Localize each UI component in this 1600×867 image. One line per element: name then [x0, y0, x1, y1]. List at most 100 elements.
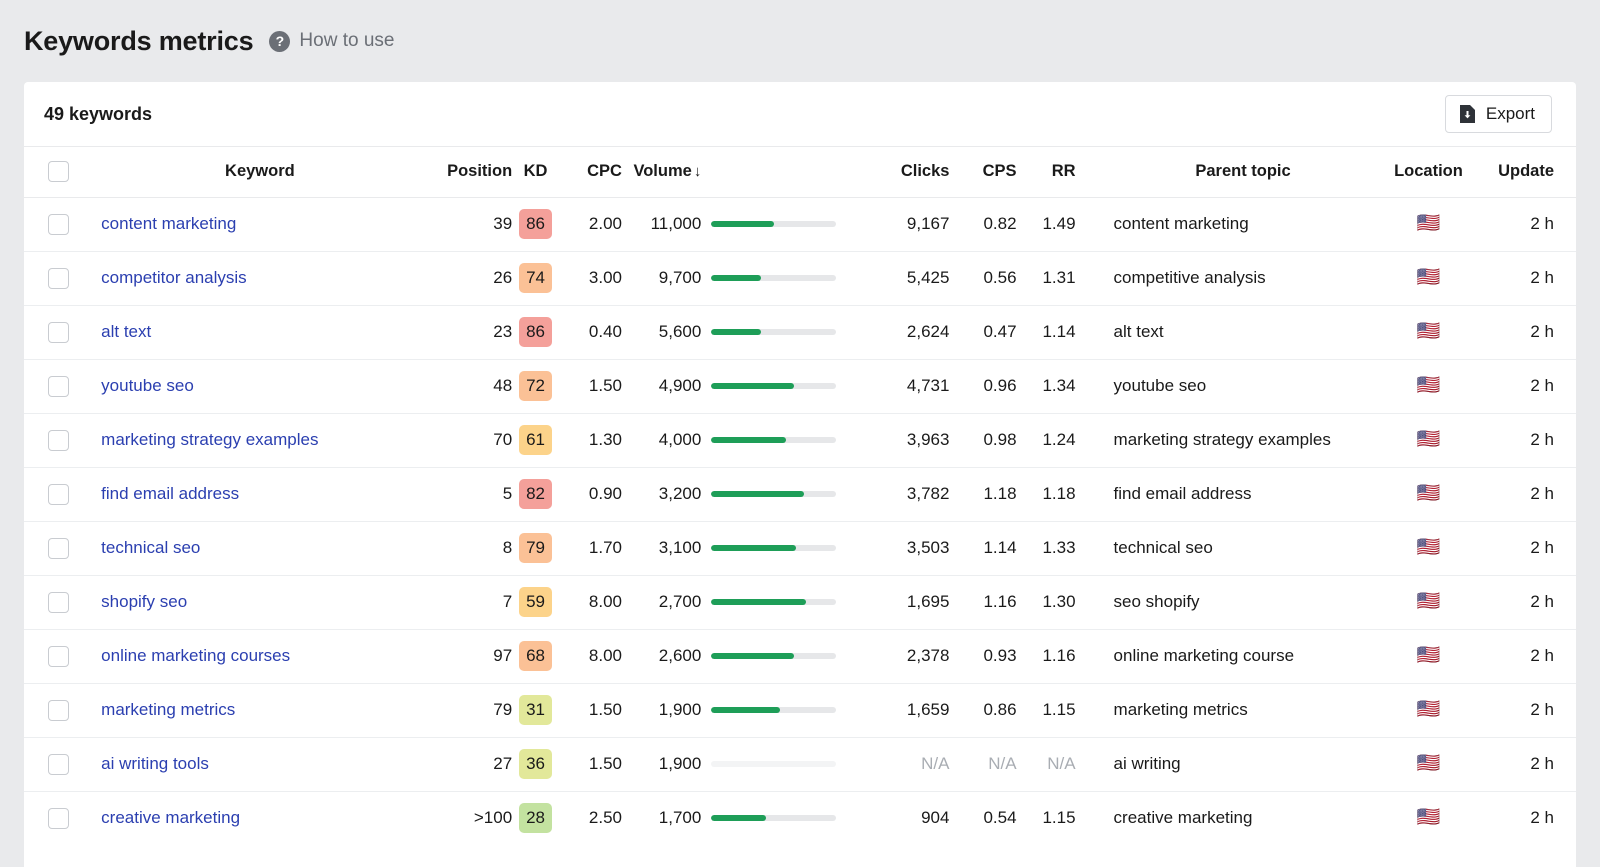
- table-row: creative marketing >100 28 2.50 1,700 904 0.54…: [24, 791, 1576, 845]
- clicks-cell: 3,503: [872, 521, 950, 576]
- position-cell: 7: [418, 575, 513, 630]
- keyword-link[interactable]: competitor analysis: [101, 268, 247, 287]
- table-row: technical seo 8 79 1.70 3,100 3,503 1.14 1.33 te…: [24, 521, 1576, 576]
- keyword-link[interactable]: alt text: [101, 322, 151, 341]
- row-checkbox[interactable]: [48, 429, 69, 451]
- column-header-kd[interactable]: KD: [512, 147, 559, 198]
- keyword-link[interactable]: shopify seo: [101, 592, 187, 611]
- volume-bar-track: [711, 491, 837, 497]
- us-flag-icon: 🇺🇸: [1416, 753, 1441, 774]
- rr-cell: 1.15: [1016, 683, 1076, 738]
- us-flag-icon: 🇺🇸: [1416, 591, 1441, 612]
- volume-bar-cell: [701, 359, 873, 414]
- row-checkbox[interactable]: [48, 699, 69, 721]
- volume-bar-track: [711, 221, 837, 227]
- row-checkbox[interactable]: [48, 267, 69, 289]
- row-checkbox[interactable]: [48, 375, 69, 397]
- cps-cell: 0.47: [949, 305, 1017, 360]
- page-title: Keywords metrics: [24, 25, 254, 56]
- volume-cell: 3,200: [621, 467, 702, 522]
- location-cell: 🇺🇸: [1372, 575, 1485, 630]
- volume-bar-fill: [711, 599, 807, 605]
- position-cell: 97: [418, 629, 513, 684]
- keywords-table: Keyword Position KD CPC Volume ↓ Clicks C…: [24, 147, 1576, 845]
- column-header-parent-topic[interactable]: Parent topic: [1075, 147, 1373, 198]
- keyword-link[interactable]: ai writing tools: [101, 754, 209, 773]
- cpc-cell: 8.00: [558, 575, 622, 630]
- keyword-cell: shopify seo: [93, 575, 419, 630]
- row-checkbox[interactable]: [48, 321, 69, 343]
- volume-cell: 4,900: [621, 359, 702, 414]
- column-header-position[interactable]: Position: [418, 147, 513, 198]
- row-checkbox[interactable]: [48, 753, 69, 775]
- rr-cell: 1.31: [1016, 251, 1076, 306]
- cps-cell: 0.56: [949, 251, 1017, 306]
- how-to-use-label: How to use: [299, 30, 395, 51]
- us-flag-icon: 🇺🇸: [1416, 483, 1441, 504]
- table-row: online marketing courses 97 68 8.00 2,600 2,3…: [24, 629, 1576, 684]
- rr-cell: 1.33: [1016, 521, 1076, 576]
- table-row: find email address 5 82 0.90 3,200 3,782 1.18 1…: [24, 467, 1576, 522]
- parent-topic-cell: find email address: [1075, 467, 1373, 522]
- select-all-checkbox[interactable]: [48, 161, 69, 183]
- row-checkbox[interactable]: [48, 645, 69, 667]
- column-header-location[interactable]: Location: [1372, 147, 1485, 198]
- row-checkbox[interactable]: [48, 807, 69, 829]
- update-cell: 2 h: [1530, 808, 1554, 828]
- column-header-clicks[interactable]: Clicks: [872, 147, 950, 198]
- keyword-link[interactable]: online marketing courses: [101, 646, 290, 665]
- cpc-cell: 1.70: [558, 521, 622, 576]
- kd-cell: 72: [512, 359, 559, 414]
- keyword-link[interactable]: technical seo: [101, 538, 200, 557]
- keyword-link[interactable]: marketing strategy examples: [101, 430, 318, 449]
- kd-cell: 79: [512, 521, 559, 576]
- us-flag-icon: 🇺🇸: [1416, 537, 1441, 558]
- volume-bar-cell: [701, 305, 873, 360]
- volume-cell: 9,700: [621, 251, 702, 306]
- position-cell: 27: [418, 737, 513, 792]
- keyword-link[interactable]: creative marketing: [101, 808, 240, 827]
- export-button[interactable]: Export: [1444, 95, 1552, 133]
- column-header-volume[interactable]: Volume ↓: [621, 147, 702, 198]
- cps-cell: 1.16: [949, 575, 1017, 630]
- sort-descending-icon: ↓: [693, 163, 702, 181]
- keyword-link[interactable]: content marketing: [101, 214, 236, 233]
- us-flag-icon: 🇺🇸: [1416, 807, 1441, 829]
- keyword-link[interactable]: find email address: [101, 484, 239, 503]
- cpc-cell: 8.00: [558, 629, 622, 684]
- us-flag-icon: 🇺🇸: [1416, 213, 1441, 234]
- row-checkbox[interactable]: [48, 483, 69, 505]
- location-cell: 🇺🇸: [1372, 521, 1485, 576]
- volume-bar-track: [711, 707, 837, 713]
- cps-cell: 0.93: [949, 629, 1017, 684]
- parent-topic-cell: ai writing: [1075, 737, 1373, 792]
- cpc-cell: 3.00: [558, 251, 622, 306]
- keyword-cell: alt text: [93, 305, 419, 360]
- row-select-cell: [24, 359, 94, 414]
- keyword-cell: youtube seo: [93, 359, 419, 414]
- keyword-cell: content marketing: [93, 197, 419, 252]
- kd-cell: 28: [512, 791, 559, 845]
- column-header-update[interactable]: Update: [1484, 147, 1576, 198]
- column-header-cpc[interactable]: CPC: [558, 147, 622, 198]
- cpc-cell: 0.90: [558, 467, 622, 522]
- how-to-use-link[interactable]: ? How to use: [269, 30, 394, 52]
- column-header-cps[interactable]: CPS: [949, 147, 1017, 198]
- keyword-link[interactable]: youtube seo: [101, 376, 194, 395]
- column-header-keyword[interactable]: Keyword: [93, 147, 419, 198]
- kd-badge: 82: [519, 479, 553, 509]
- volume-bar-fill: [711, 437, 787, 443]
- row-checkbox[interactable]: [48, 213, 69, 235]
- rr-cell: 1.15: [1042, 808, 1076, 828]
- kd-badge: 36: [519, 749, 553, 779]
- keyword-link[interactable]: marketing metrics: [101, 700, 235, 719]
- update-cell: 2 h: [1484, 683, 1576, 738]
- row-checkbox[interactable]: [48, 537, 69, 559]
- table-row: ai writing tools 27 36 1.50 1,900 N/A N/A N/A ai…: [24, 737, 1576, 792]
- us-flag-icon: 🇺🇸: [1416, 321, 1441, 342]
- kd-cell: 68: [512, 629, 559, 684]
- clicks-cell: 2,378: [872, 629, 950, 684]
- cpc-cell: 2.00: [558, 197, 622, 252]
- row-checkbox[interactable]: [48, 591, 69, 613]
- column-header-rr[interactable]: RR: [1016, 147, 1076, 198]
